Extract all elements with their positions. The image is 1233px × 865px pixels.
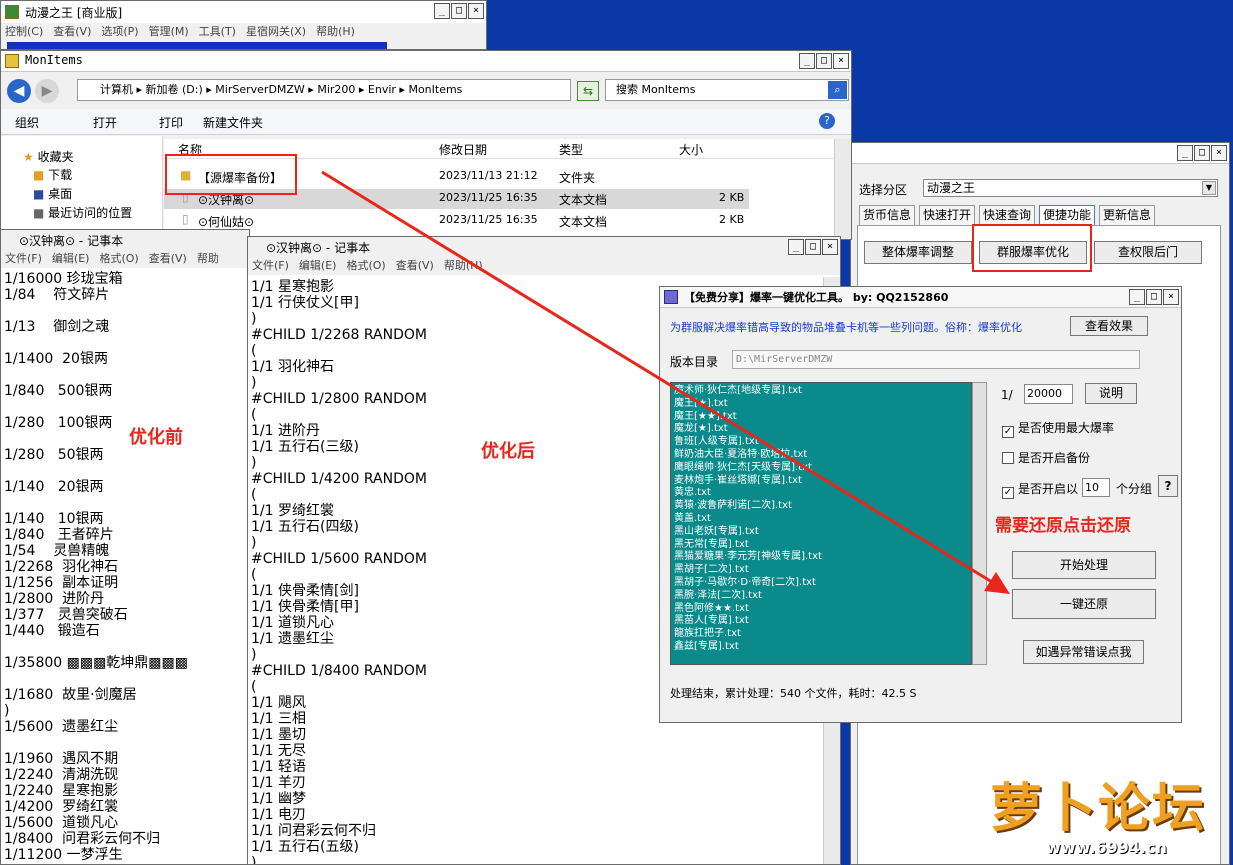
watermark-logo-text: 萝卜论坛: [990, 779, 1207, 839]
label-after: 优化后: [481, 441, 535, 462]
annotation-arrow: [321, 170, 1010, 594]
watermark-url: www.6994.cn: [1046, 838, 1167, 857]
arrow-head: [984, 572, 1010, 594]
label-restore-hint: 需要还原点击还原: [995, 516, 1131, 536]
arrow-line: [321, 170, 993, 584]
label-before: 优化前: [129, 427, 183, 448]
